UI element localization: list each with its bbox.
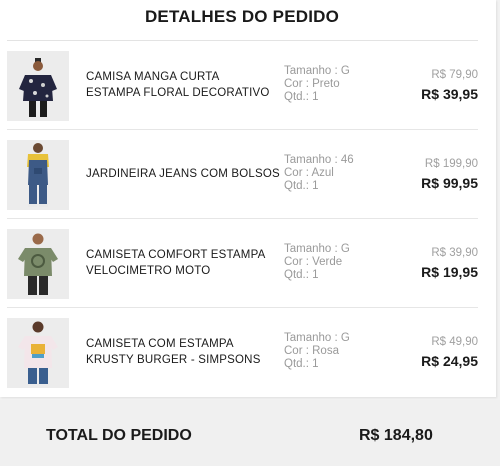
product-color: Cor : Preto [284, 78, 340, 90]
product-color: Cor : Verde [284, 256, 343, 268]
product-name-line: ESTAMPA FLORAL DECORATIVO [86, 87, 270, 99]
product-name: CAMISA MANGA CURTA ESTAMPA FLORAL DECORA… [86, 69, 276, 101]
product-attributes: Tamanho : G Cor : Preto Qtd.: 1 [284, 65, 350, 104]
product-name: CAMISETA COMFORT ESTAMPA VELOCIMETRO MOT… [86, 247, 276, 279]
product-color: Cor : Rosa [284, 345, 339, 357]
original-price: R$ 79,90 [431, 69, 478, 81]
original-price: R$ 199,90 [424, 158, 478, 170]
product-color: Cor : Azul [284, 167, 334, 179]
product-image-floral-shirt[interactable] [7, 51, 69, 121]
product-image-denim-overalls[interactable] [7, 140, 69, 210]
product-attributes: Tamanho : G Cor : Rosa Qtd.: 1 [284, 332, 350, 371]
product-name-line: JARDINEIRA JEANS COM BOLSOS [86, 168, 280, 180]
total-value: R$ 184,80 [359, 427, 433, 444]
order-item[interactable]: JARDINEIRA JEANS COM BOLSOS Tamanho : 46… [7, 130, 478, 219]
product-quantity: Qtd.: 1 [284, 180, 319, 192]
product-quantity: Qtd.: 1 [284, 269, 319, 281]
product-quantity: Qtd.: 1 [284, 91, 319, 103]
total-label: TOTAL DO PEDIDO [46, 427, 192, 444]
sale-price: R$ 99,95 [421, 175, 478, 191]
order-item[interactable]: CAMISETA COM ESTAMPA KRUSTY BURGER - SIM… [7, 308, 478, 397]
product-size: Tamanho : G [284, 65, 350, 77]
product-name-line: CAMISETA COMFORT ESTAMPA [86, 249, 266, 261]
product-size: Tamanho : G [284, 243, 350, 255]
product-quantity: Qtd.: 1 [284, 358, 319, 370]
product-name-line: VELOCIMETRO MOTO [86, 265, 211, 277]
product-attributes: Tamanho : G Cor : Verde Qtd.: 1 [284, 243, 350, 282]
product-name: CAMISETA COM ESTAMPA KRUSTY BURGER - SIM… [86, 336, 276, 368]
order-item[interactable]: CAMISA MANGA CURTA ESTAMPA FLORAL DECORA… [7, 41, 478, 130]
product-image-pink-tshirt[interactable] [7, 318, 69, 388]
product-size: Tamanho : 46 [284, 154, 354, 166]
product-name: JARDINEIRA JEANS COM BOLSOS [86, 166, 280, 182]
order-details-card: DETALHES DO PEDIDO CAMISA MANGA CURTA ES… [0, 0, 496, 397]
product-name-line: KRUSTY BURGER - SIMPSONS [86, 354, 261, 366]
product-name-line: CAMISA MANGA CURTA [86, 71, 220, 83]
order-item[interactable]: CAMISETA COMFORT ESTAMPA VELOCIMETRO MOT… [7, 219, 478, 308]
sale-price: R$ 19,95 [421, 264, 478, 280]
product-image-green-tshirt[interactable] [7, 229, 69, 299]
order-total-bar: TOTAL DO PEDIDO R$ 184,80 [0, 400, 500, 466]
original-price: R$ 39,90 [431, 247, 478, 259]
original-price: R$ 49,90 [431, 336, 478, 348]
product-attributes: Tamanho : 46 Cor : Azul Qtd.: 1 [284, 154, 354, 193]
sale-price: R$ 24,95 [421, 353, 478, 369]
product-name-line: CAMISETA COM ESTAMPA [86, 338, 234, 350]
page-title: DETALHES DO PEDIDO [144, 7, 340, 26]
product-size: Tamanho : G [284, 332, 350, 344]
sale-price: R$ 39,95 [421, 86, 478, 102]
